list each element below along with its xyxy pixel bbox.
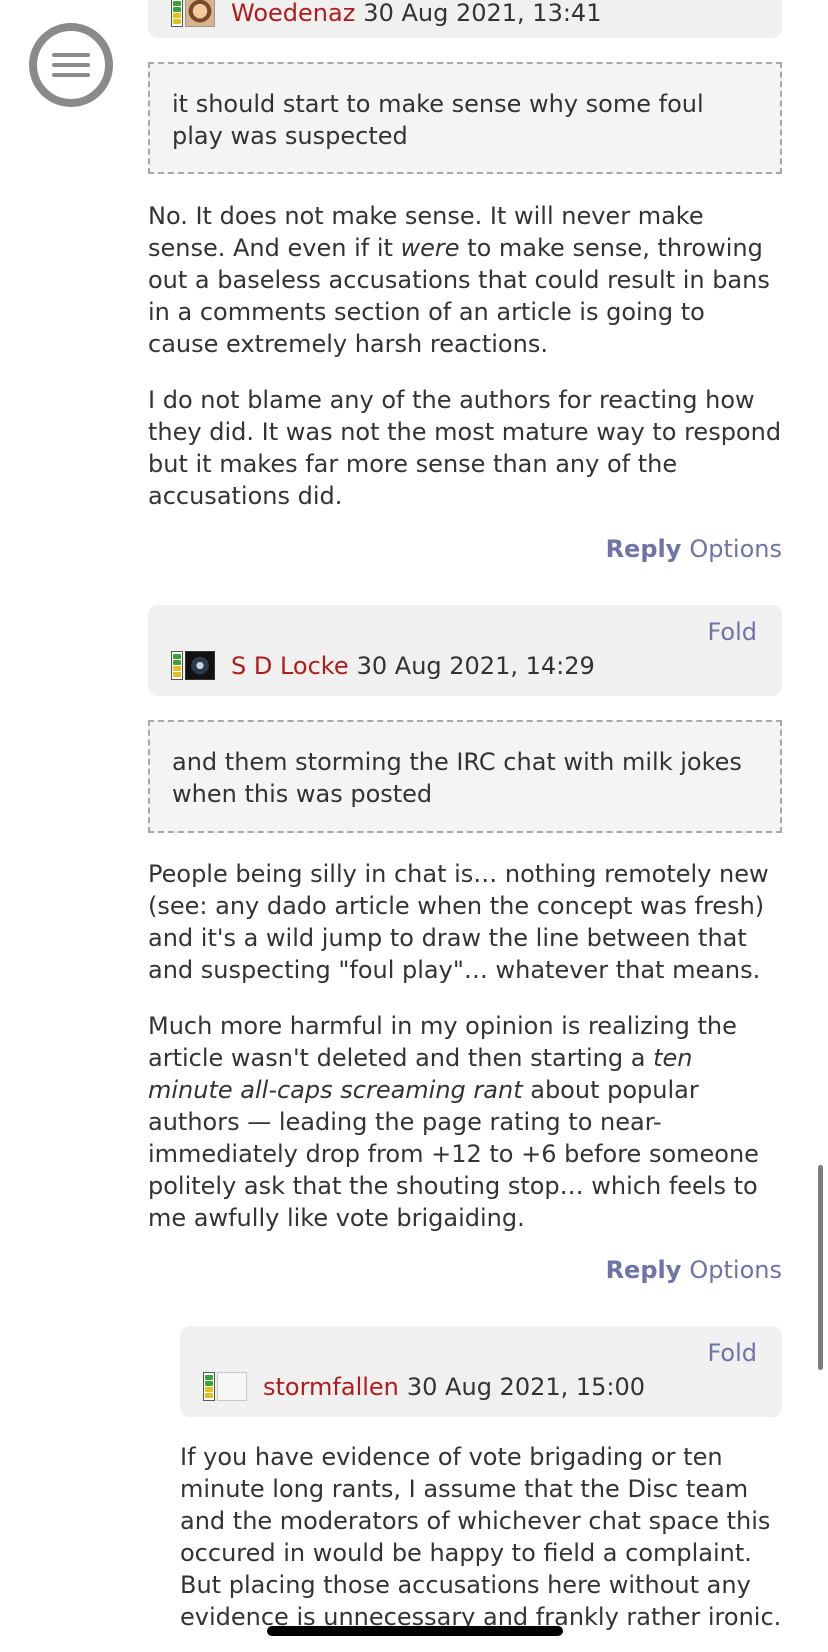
user-avatar[interactable] (185, 0, 215, 27)
comment-body: No. It does not make sense. It will neve… (148, 200, 782, 512)
scrollbar[interactable] (818, 1165, 823, 1370)
rank-meter-icon (171, 0, 183, 27)
reply-button[interactable]: Reply (606, 535, 682, 563)
comment-paragraph: No. It does not make sense. It will neve… (148, 200, 782, 360)
username-link[interactable]: stormfallen (263, 1373, 399, 1401)
comment-author-line: stormfallen 30 Aug 2021, 15:00 (203, 1372, 645, 1401)
username-link[interactable]: S D Locke (231, 652, 349, 680)
comment-paragraph: If you have evidence of vote brigading o… (180, 1443, 782, 1631)
comment-paragraph: I do not blame any of the authors for re… (148, 386, 782, 510)
user-avatar[interactable] (185, 651, 215, 680)
home-indicator[interactable] (267, 1626, 563, 1636)
comment-author-line: Woedenaz 30 Aug 2021, 13:41 (171, 0, 601, 27)
options-button[interactable]: Options (689, 1256, 782, 1284)
username-link[interactable]: Woedenaz (231, 0, 355, 27)
menu-icon-bar (52, 53, 90, 57)
rank-meter-icon (171, 651, 183, 680)
quote-text: and them storming the IRC chat with milk… (172, 748, 742, 808)
menu-button[interactable] (29, 23, 113, 107)
comment-timestamp: 30 Aug 2021, 13:41 (363, 0, 602, 27)
comment-paragraph: Much more harmful in my opinion is reali… (148, 1010, 782, 1234)
quote-block: it should start to make sense why some f… (148, 62, 782, 174)
menu-icon-bar (52, 63, 90, 67)
user-avatar[interactable] (217, 1372, 247, 1401)
options-button[interactable]: Options (689, 535, 782, 563)
paragraph-text: Much more harmful in my opinion is reali… (148, 1012, 737, 1072)
reply-button[interactable]: Reply (606, 1256, 682, 1284)
fold-button[interactable]: Fold (707, 1339, 757, 1367)
fold-button[interactable]: Fold (707, 618, 757, 646)
comment-timestamp: 30 Aug 2021, 14:29 (356, 651, 595, 680)
comment-actions: Reply Options (606, 1256, 782, 1284)
comment-body: If you have evidence of vote brigading o… (180, 1441, 782, 1633)
comment-actions: Reply Options (606, 535, 782, 563)
rank-meter-icon (203, 1372, 215, 1401)
comment-timestamp: 30 Aug 2021, 15:00 (406, 1372, 646, 1401)
menu-icon-bar (52, 73, 90, 77)
comment-paragraph: People being silly in chat is… nothing r… (148, 860, 769, 984)
comment-author-line: S D Locke 30 Aug 2021, 14:29 (171, 651, 595, 680)
paragraph-emphasis: were (400, 234, 460, 262)
comment-body: People being silly in chat is… nothing r… (148, 858, 782, 1234)
comments-page: Woedenaz 30 Aug 2021, 13:41 it should st… (0, 0, 828, 1652)
quote-text: it should start to make sense why some f… (172, 90, 704, 150)
quote-block: and them storming the IRC chat with milk… (148, 720, 782, 833)
